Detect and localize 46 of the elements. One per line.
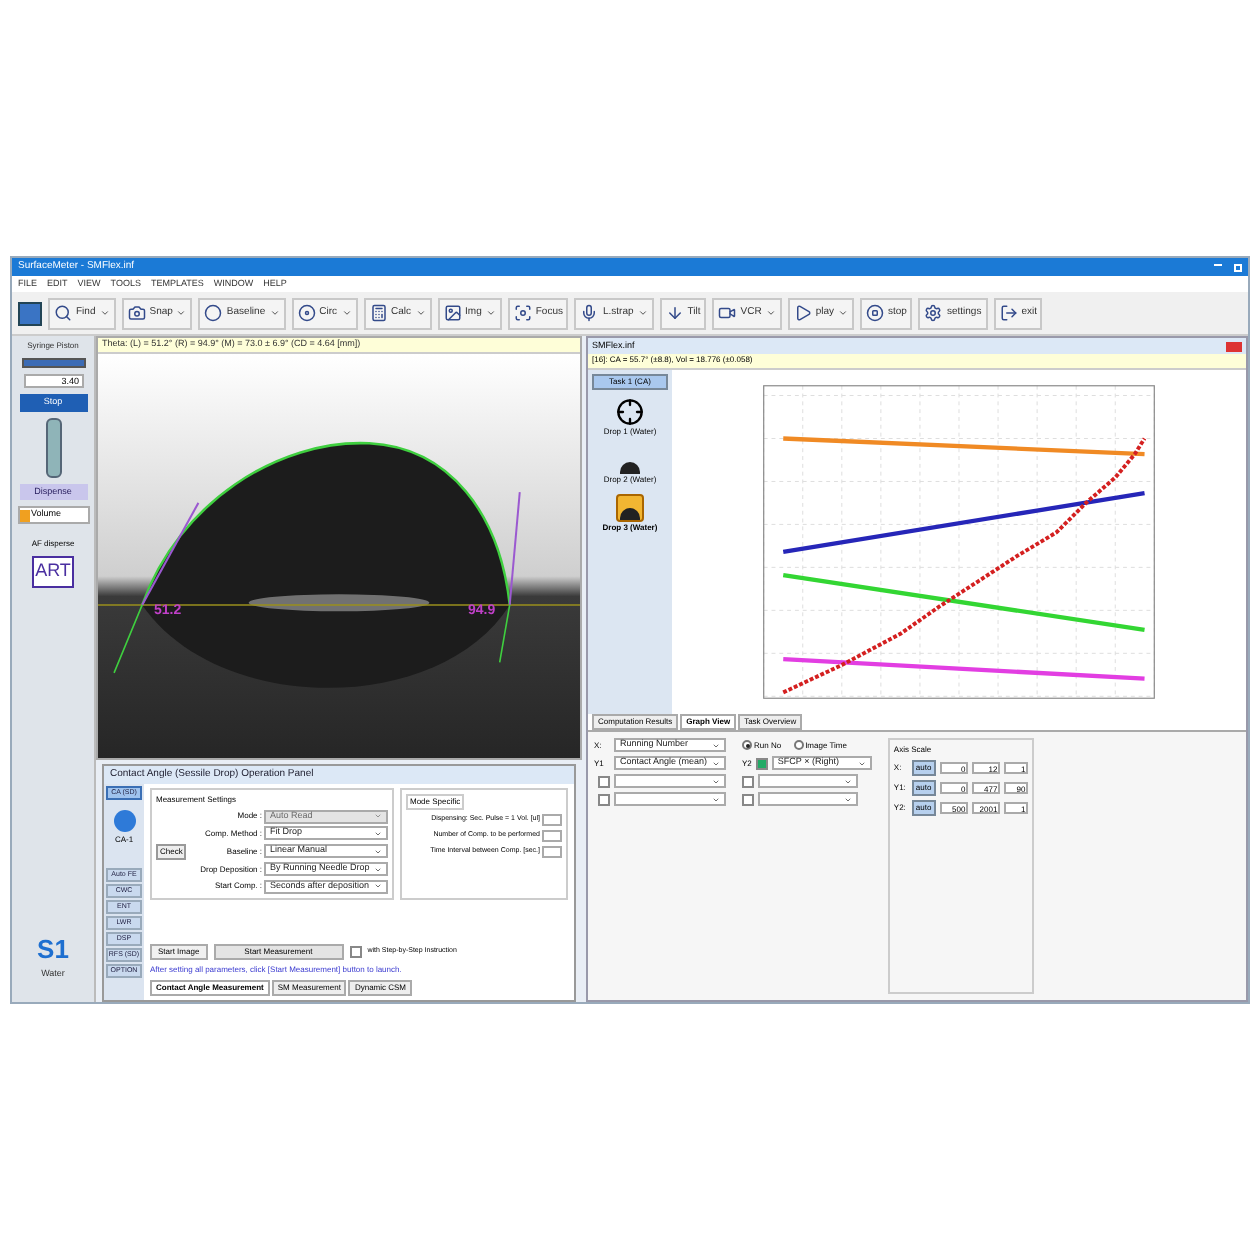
caret-icon [765, 308, 776, 318]
close-icon[interactable] [1226, 341, 1242, 351]
toolbar-icon [665, 304, 684, 322]
radio-button[interactable] [793, 740, 804, 750]
toolbar-icon [54, 304, 72, 322]
toolbar-icon [443, 304, 462, 322]
syringe-icon [21, 358, 85, 368]
caret-icon [341, 308, 351, 318]
drop-icon [615, 494, 644, 522]
toolbar-icon [580, 304, 599, 322]
toolbar-icon [204, 304, 223, 322]
logo: ART [31, 556, 75, 587]
toolbar-icon [866, 304, 885, 322]
caret-icon [176, 308, 187, 318]
checkbox[interactable] [349, 946, 362, 958]
toolbar-icon [999, 304, 1018, 322]
caret-icon [269, 308, 280, 318]
caret-icon [415, 308, 426, 318]
radio-button[interactable] [742, 740, 752, 750]
edit-icon[interactable] [18, 301, 42, 325]
caret-icon [637, 308, 648, 318]
checkbox[interactable] [742, 775, 754, 787]
dropdown-field[interactable] [758, 774, 858, 788]
syringe-tube-icon [45, 418, 61, 478]
drop-icon [620, 462, 640, 474]
toolbar-icon [369, 304, 387, 322]
checkbox[interactable] [598, 793, 610, 805]
window-controls-icon[interactable] [1214, 263, 1242, 271]
globe-icon [113, 810, 135, 832]
caret-icon [485, 308, 496, 318]
toolbar-icon [127, 304, 146, 322]
crosshair-icon [616, 398, 644, 426]
dropdown-field[interactable] [758, 792, 858, 806]
checkbox[interactable] [742, 793, 754, 805]
toolbar-icon [924, 304, 943, 322]
toolbar-icon [793, 304, 812, 322]
toolbar-icon [297, 304, 316, 322]
dropdown-field[interactable] [614, 774, 726, 788]
toolbar-icon [718, 304, 737, 322]
liquid-code: S1 [37, 931, 69, 968]
toolbar-icon [513, 304, 532, 322]
checkbox[interactable] [598, 775, 610, 787]
caret-icon [99, 308, 110, 318]
caret-icon [838, 308, 849, 318]
dropdown-field[interactable] [614, 792, 726, 806]
checkbox[interactable] [755, 757, 768, 769]
